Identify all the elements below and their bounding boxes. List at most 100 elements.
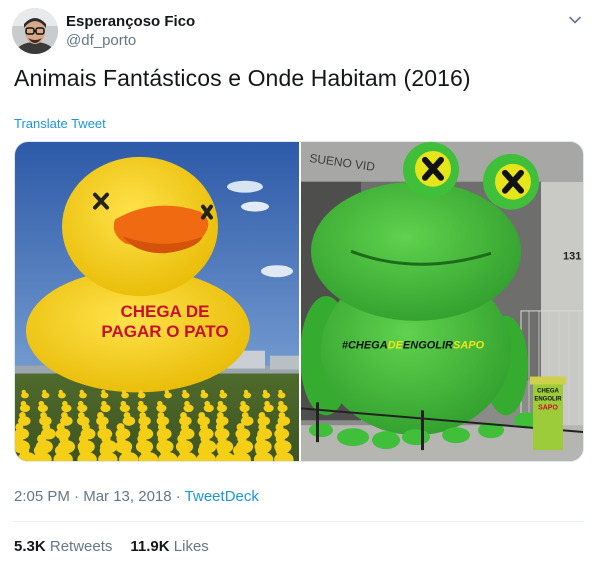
small-duck-head — [240, 400, 246, 407]
small-duck-head — [38, 400, 45, 407]
avatar[interactable] — [12, 8, 58, 54]
author-name[interactable]: Esperançoso Fico — [66, 13, 195, 30]
tweet-text: Animais Fantásticos e Onde Habitam (2016… — [14, 65, 471, 91]
frog-banner-part1: #CHEGA — [342, 340, 388, 352]
likes-stat[interactable]: 11.9K Likes — [130, 538, 208, 555]
small-duck-head — [58, 389, 63, 394]
small-duck-head — [184, 400, 190, 407]
frog-sign-line2: ENGOLIR — [534, 396, 562, 402]
small-duck-head — [232, 445, 244, 456]
small-duck-head — [138, 400, 144, 407]
small-duck-head — [200, 389, 206, 394]
retweets-count: 5.3K — [14, 538, 46, 555]
small-duck-head — [59, 434, 69, 444]
small-duck-head — [42, 423, 51, 432]
small-duck-head — [178, 445, 190, 456]
small-duck-head — [81, 423, 90, 432]
small-duck-head — [54, 445, 66, 456]
small-duck-head — [278, 411, 286, 419]
small-duck-head — [243, 389, 249, 394]
retweets-label: Retweets — [49, 538, 113, 555]
tweet-media[interactable]: CHEGA DE PAGAR O PATO SUENO VID 131 #CHE… — [14, 141, 584, 462]
small-duck-head — [275, 423, 284, 432]
duck-sign-line2: PAGAR O PATO — [101, 322, 228, 341]
frog-banner-part2: DE — [388, 340, 404, 352]
tweet-meta: 2:05 PM · Mar 13, 2018 · TweetDeck — [14, 488, 259, 505]
small-duck-head — [215, 423, 224, 432]
frog-banner-part4: SAPO — [453, 340, 485, 352]
small-duck-head — [137, 434, 147, 444]
frog-sign-line1: CHEGA — [537, 388, 559, 394]
small-duck-head — [40, 411, 47, 419]
small-duck-head — [217, 400, 224, 407]
small-duck-head — [204, 400, 210, 407]
small-duck-head — [275, 445, 287, 456]
tweet-date[interactable]: Mar 13, 2018 — [83, 488, 171, 505]
small-duck-head — [121, 389, 126, 394]
small-duck-head — [99, 445, 111, 456]
tweet-header: Esperançoso Fico @df_porto — [12, 8, 587, 56]
small-duck-head — [219, 389, 225, 394]
tweet-time[interactable]: 2:05 PM — [14, 488, 70, 505]
small-duck-head — [97, 411, 104, 419]
small-duck-head — [123, 411, 131, 419]
small-duck-head — [78, 434, 89, 444]
tweet-source-link[interactable]: TweetDeck — [185, 488, 259, 505]
small-duck-head — [255, 434, 266, 444]
duck-photo[interactable]: CHEGA DE PAGAR O PATO — [15, 142, 299, 461]
small-duck-head — [264, 400, 270, 407]
small-duck-head — [139, 411, 147, 419]
small-duck-head — [120, 445, 131, 456]
frog-photo[interactable]: SUENO VID 131 #CHEGADEENGOLIRSAPO CHEGA … — [301, 142, 583, 461]
likes-count: 11.9K — [130, 538, 170, 555]
small-duck-head — [258, 423, 267, 432]
small-duck-head — [177, 434, 187, 444]
small-duck-head — [182, 389, 187, 394]
author-handle[interactable]: @df_porto — [66, 32, 136, 49]
small-duck-head — [101, 400, 107, 407]
building-number: 131 — [563, 250, 581, 262]
small-duck-head — [18, 445, 30, 456]
small-duck-head — [258, 411, 266, 419]
small-duck-head — [62, 400, 68, 407]
small-duck-head — [79, 389, 84, 394]
small-duck-head — [116, 434, 126, 444]
small-duck-head — [19, 411, 26, 419]
small-duck-head — [140, 445, 151, 456]
frog-sign-line3: SAPO — [538, 404, 558, 411]
small-duck-head — [198, 411, 206, 419]
small-duck-head — [120, 400, 127, 407]
small-duck-head — [138, 389, 143, 394]
tweet-stats: 5.3K Retweets 11.9K Likes — [14, 538, 209, 555]
small-duck-head — [15, 423, 24, 432]
small-duck-head — [116, 423, 125, 432]
small-duck-head — [199, 423, 208, 432]
small-duck-head — [275, 434, 285, 444]
frog-banner: #CHEGADEENGOLIRSAPO — [342, 340, 485, 352]
small-duck-head — [33, 445, 45, 456]
small-duck-head — [278, 400, 284, 407]
small-duck-head — [200, 434, 210, 444]
divider — [14, 521, 584, 522]
translate-tweet-link[interactable]: Translate Tweet — [14, 116, 106, 131]
retweets-stat[interactable]: 5.3K Retweets — [14, 538, 112, 555]
small-duck-head — [20, 400, 27, 407]
small-duck-head — [56, 423, 65, 432]
small-duck-head — [197, 445, 209, 456]
small-duck-head — [98, 423, 107, 432]
small-duck-head — [236, 423, 245, 432]
small-duck-head — [180, 423, 189, 432]
small-duck-head — [164, 389, 169, 394]
small-duck-head — [217, 445, 228, 456]
frog-banner-part3: ENGOLIR — [403, 340, 453, 352]
small-duck-head — [157, 411, 165, 419]
small-duck-head — [37, 434, 47, 444]
small-duck-head — [21, 389, 26, 394]
small-duck-head — [61, 411, 68, 419]
small-duck-head — [157, 423, 166, 432]
small-duck-head — [159, 445, 171, 456]
chevron-down-icon[interactable] — [567, 12, 583, 28]
small-duck-head — [42, 389, 47, 394]
small-duck-head — [237, 434, 247, 444]
duck-sign-line1: CHEGA DE — [120, 302, 209, 321]
